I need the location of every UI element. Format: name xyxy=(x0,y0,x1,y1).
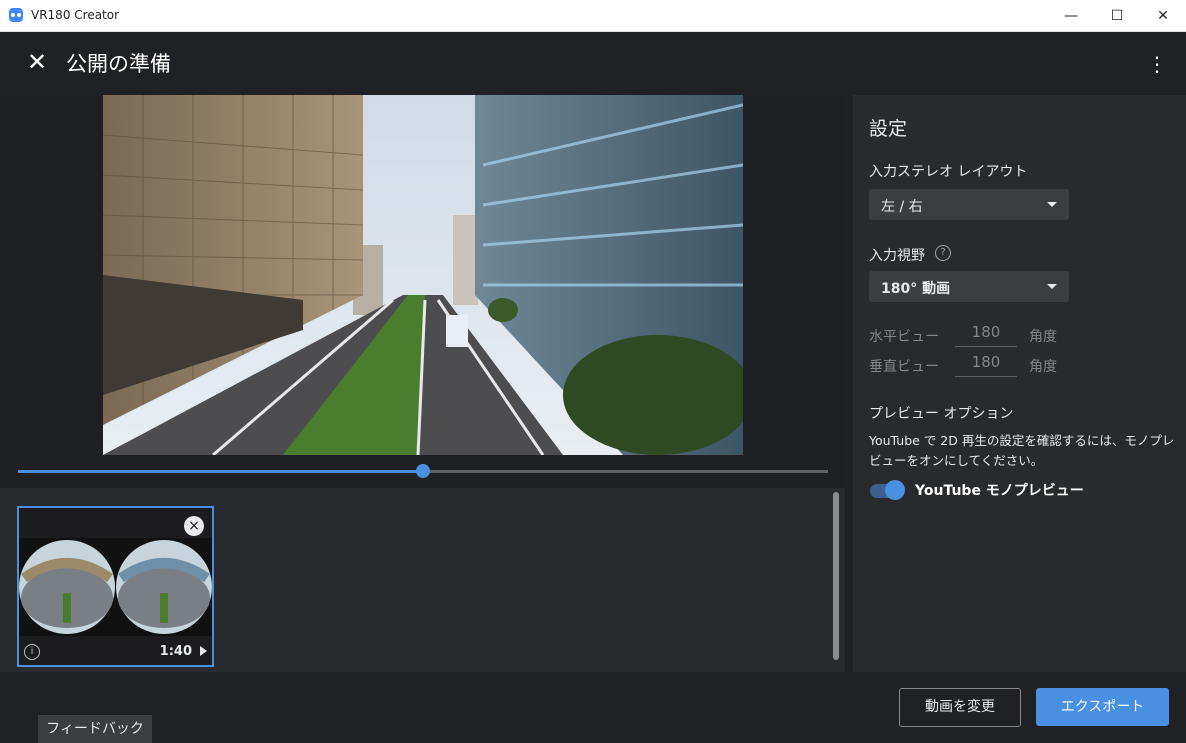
more-menu-icon[interactable]: ⋮ xyxy=(1142,49,1172,79)
maximize-button[interactable]: ☐ xyxy=(1094,0,1140,31)
settings-panel: 設定 入力ステレオ レイアウト 左 / 右 入力視野 ? 180° 動画 水平ビ… xyxy=(853,95,1186,672)
mono-preview-label: YouTube モノプレビュー xyxy=(915,483,1084,499)
fov-value: 180° 動画 xyxy=(881,281,951,297)
export-button[interactable]: エクスポート xyxy=(1036,688,1169,726)
change-video-button[interactable]: 動画を変更 xyxy=(899,688,1021,727)
fov-label: 入力視野 xyxy=(869,248,925,264)
horizontal-unit: 角度 xyxy=(1029,329,1057,345)
app-bar: ✕ 公開の準備 ⋮ xyxy=(0,32,1186,95)
video-preview[interactable] xyxy=(103,95,743,455)
timeline-progress xyxy=(18,470,423,473)
app-icon xyxy=(9,8,23,22)
window-title: VR180 Creator xyxy=(31,8,120,22)
clip-duration: 1:40 xyxy=(159,644,192,659)
minimize-button[interactable]: — xyxy=(1048,0,1094,31)
settings-title: 設定 xyxy=(869,118,908,140)
preview-area: × i 1:40 xyxy=(0,95,845,672)
preview-description: YouTube で 2D 再生の設定を確認するには、モノプレビューをオンにしてく… xyxy=(869,433,1175,468)
chevron-down-icon xyxy=(1047,284,1057,289)
vertical-view-label: 垂直ビュー xyxy=(869,359,939,375)
window-close-button[interactable]: ✕ xyxy=(1140,0,1186,31)
stereo-layout-select[interactable]: 左 / 右 xyxy=(869,189,1069,220)
stereo-layout-value: 左 / 右 xyxy=(881,199,923,215)
play-icon[interactable] xyxy=(200,646,207,656)
timeline-scrubber[interactable] xyxy=(18,464,828,478)
horizontal-view-label: 水平ビュー xyxy=(869,329,939,345)
fov-select[interactable]: 180° 動画 xyxy=(869,271,1069,302)
horizontal-view-input: 180 xyxy=(955,320,1017,347)
window-titlebar: VR180 Creator — ☐ ✕ xyxy=(0,0,1186,32)
vertical-view-input: 180 xyxy=(955,350,1017,377)
chevron-down-icon xyxy=(1047,202,1057,207)
timeline-handle[interactable] xyxy=(416,464,430,478)
clip-card[interactable]: × i 1:40 xyxy=(17,506,214,667)
vertical-unit: 角度 xyxy=(1029,359,1057,375)
remove-clip-icon[interactable]: × xyxy=(184,516,204,536)
help-icon[interactable]: ? xyxy=(935,245,951,261)
feedback-button[interactable]: フィードバック xyxy=(38,715,152,743)
preview-options-title: プレビュー オプション xyxy=(869,406,1014,422)
clip-thumbnail xyxy=(19,538,212,636)
mono-preview-toggle-knob[interactable] xyxy=(885,480,905,500)
close-icon[interactable]: ✕ xyxy=(22,47,52,77)
stereo-layout-label: 入力ステレオ レイアウト xyxy=(869,164,1028,180)
page-title: 公開の準備 xyxy=(66,52,171,76)
info-icon[interactable]: i xyxy=(24,644,40,660)
clip-list-scrollbar[interactable] xyxy=(833,492,839,660)
footer-bar: 動画を変更 エクスポート フィードバック xyxy=(0,672,1186,743)
clip-list: × i 1:40 xyxy=(0,488,845,672)
